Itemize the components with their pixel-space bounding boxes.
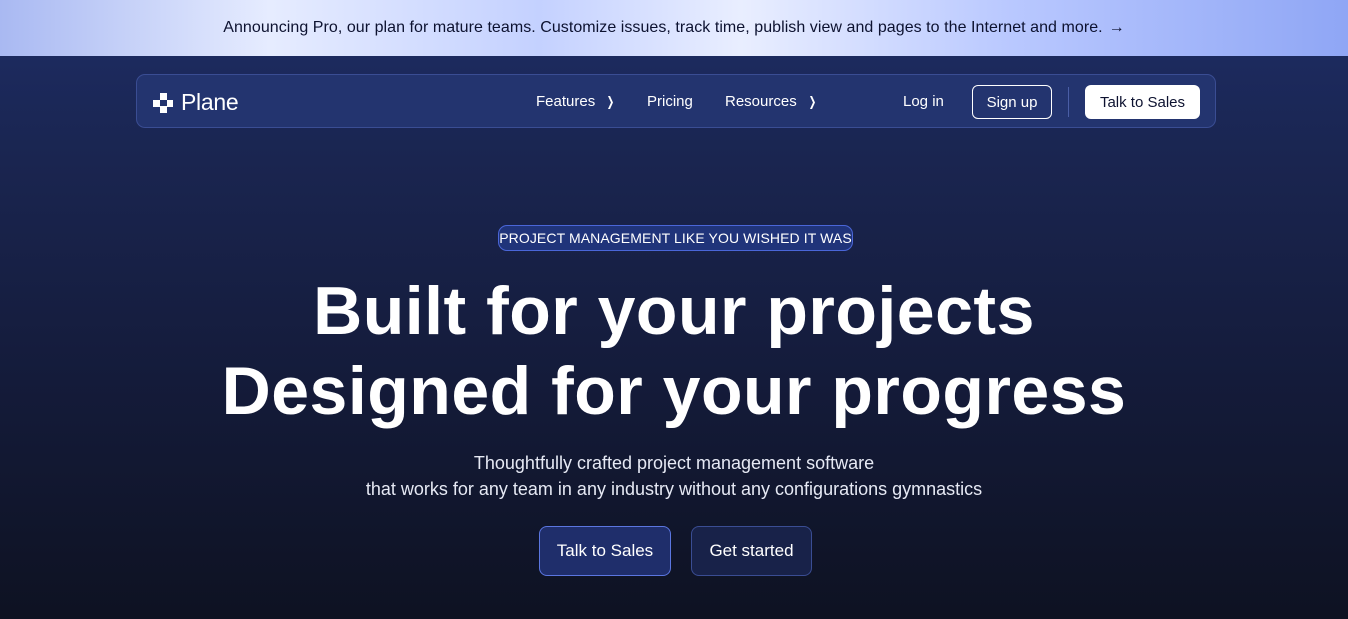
logo-text: Plane [181, 89, 239, 115]
nav-resources-label: Resources [725, 93, 797, 110]
hero-title-line-2: Designed for your progress [221, 353, 1127, 429]
hero-subtitle-line-2: that works for any team in any industry … [365, 479, 983, 499]
navbar: Plane Features ❯ Pricing Resources ❯ Log… [136, 74, 1216, 128]
announcement-bar[interactable]: Announcing Pro, our plan for mature team… [0, 0, 1348, 56]
nav-resources[interactable]: Resources ❯ [725, 93, 818, 110]
chevron-right-icon: ❯ [808, 93, 816, 109]
arrow-right-icon: → [1108, 19, 1125, 36]
nav-divider [1068, 87, 1069, 117]
plane-logo-icon [153, 92, 173, 113]
talk-to-sales-button[interactable]: Talk to Sales [539, 526, 671, 576]
login-link[interactable]: Log in [903, 93, 944, 110]
nav-pricing[interactable]: Pricing [647, 93, 693, 110]
logo[interactable]: Plane [153, 89, 239, 116]
talk-to-sales-nav-button[interactable]: Talk to Sales [1085, 85, 1200, 119]
hero-title-line-1: Built for your projects [313, 273, 1035, 349]
announcement-text: Announcing Pro, our plan for mature team… [223, 19, 1103, 36]
nav-features[interactable]: Features ❯ [536, 93, 616, 110]
hero-subtitle-line-1: Thoughtfully crafted project management … [473, 453, 875, 473]
nav-features-label: Features [536, 93, 596, 110]
chevron-right-icon: ❯ [606, 93, 615, 109]
get-started-button[interactable]: Get started [691, 526, 812, 576]
hero-badge: PROJECT MANAGEMENT LIKE YOU WISHED IT WA… [498, 225, 853, 251]
signup-button[interactable]: Sign up [972, 85, 1052, 119]
nav-pricing-label: Pricing [647, 93, 693, 110]
